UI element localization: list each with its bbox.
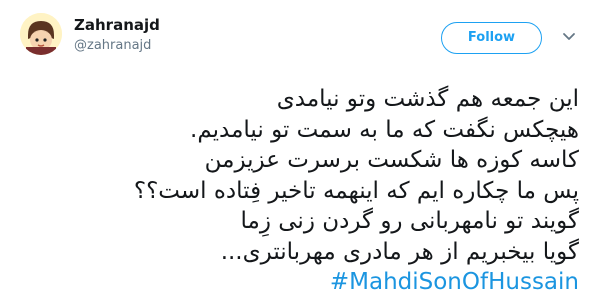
tweet-card: Zahranajd @zahranajd Follow این جمعه هم … xyxy=(0,0,597,305)
tweet-line: گویند تو نامهربانی رو گردن زنی زِما xyxy=(240,208,580,234)
tweet-text: این جمعه هم گذشت وتو نیامدی هیچکس نگفت ک… xyxy=(20,84,579,298)
tweet-line: هیچکس نگفت که ما به سمت تو نیامدیم. xyxy=(190,116,579,143)
display-name[interactable]: Zahranajd xyxy=(74,16,160,34)
tweet-line: این جمعه هم گذشت وتو نیامدی xyxy=(276,86,579,112)
hashtag-link[interactable]: #MahdiSonOfHussain xyxy=(330,269,579,295)
follow-button[interactable]: Follow xyxy=(441,22,542,54)
cartoon-face-avatar-icon xyxy=(20,13,62,55)
user-handle[interactable]: @zahranajd xyxy=(74,38,151,53)
chevron-down-icon[interactable] xyxy=(560,27,578,45)
tweet-line: گویا بیخبریم از هر مادری مهربانتری... xyxy=(220,238,579,265)
tweet-line: پس ما چکاره ایم که اینهمه تاخیر فِتاده ا… xyxy=(133,177,579,204)
avatar[interactable] xyxy=(20,13,62,55)
tweet-line: کاسه کوزه ها شکست برسرت عزیزمن xyxy=(204,147,579,173)
